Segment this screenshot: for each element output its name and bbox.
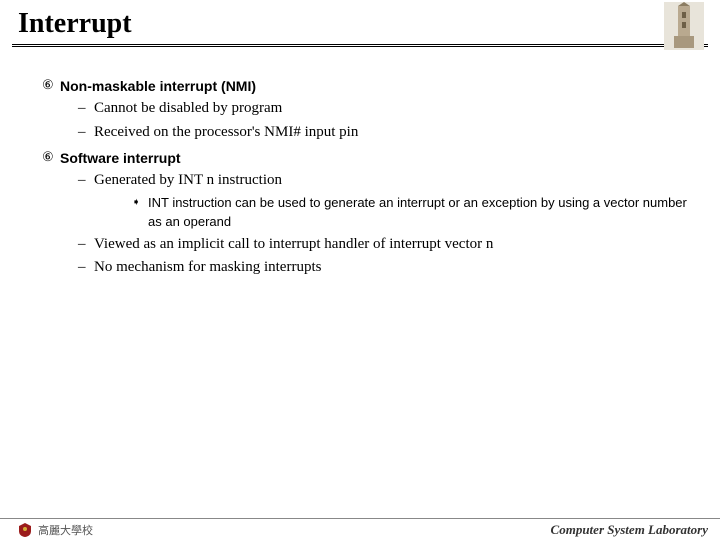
slide-title: Interrupt <box>18 8 720 40</box>
item-text: Received on the processor's NMI# input p… <box>94 122 358 144</box>
list-item: – Cannot be disabled by program <box>78 98 692 120</box>
item-text: Generated by INT n instruction <box>94 170 282 192</box>
dash-icon: – <box>78 170 94 192</box>
title-rule <box>12 44 708 47</box>
footer-left-text: 高麗大學校 <box>38 522 93 538</box>
arrow-icon: ➧ <box>132 194 148 232</box>
item-label: Non-maskable interrupt (NMI) <box>60 76 256 96</box>
footer-right-text: Computer System Laboratory <box>551 522 708 538</box>
dash-icon: – <box>78 257 94 279</box>
dash-icon: – <box>78 234 94 256</box>
item-text: Viewed as an implicit call to interrupt … <box>94 234 493 256</box>
crest-icon <box>18 523 32 537</box>
bullet-icon: ⑥ <box>42 148 60 168</box>
dash-icon: – <box>78 98 94 120</box>
tower-photo <box>664 2 704 50</box>
list-item: ➧ INT instruction can be used to generat… <box>132 194 692 232</box>
list-item: – Viewed as an implicit call to interrup… <box>78 234 692 256</box>
item-label: Software interrupt <box>60 148 181 168</box>
bullet-icon: ⑥ <box>42 76 60 96</box>
list-item: ⑥ Software interrupt <box>42 148 692 168</box>
list-item: – Generated by INT n instruction <box>78 170 692 192</box>
item-text: Cannot be disabled by program <box>94 98 282 120</box>
dash-icon: – <box>78 122 94 144</box>
item-text: INT instruction can be used to generate … <box>148 194 692 232</box>
item-text: No mechanism for masking interrupts <box>94 257 321 279</box>
slide-footer: 高麗大學校 Computer System Laboratory <box>0 518 720 540</box>
slide-body: ⑥ Non-maskable interrupt (NMI) – Cannot … <box>0 54 720 279</box>
list-item: – Received on the processor's NMI# input… <box>78 122 692 144</box>
list-item: – No mechanism for masking interrupts <box>78 257 692 279</box>
list-item: ⑥ Non-maskable interrupt (NMI) <box>42 76 692 96</box>
